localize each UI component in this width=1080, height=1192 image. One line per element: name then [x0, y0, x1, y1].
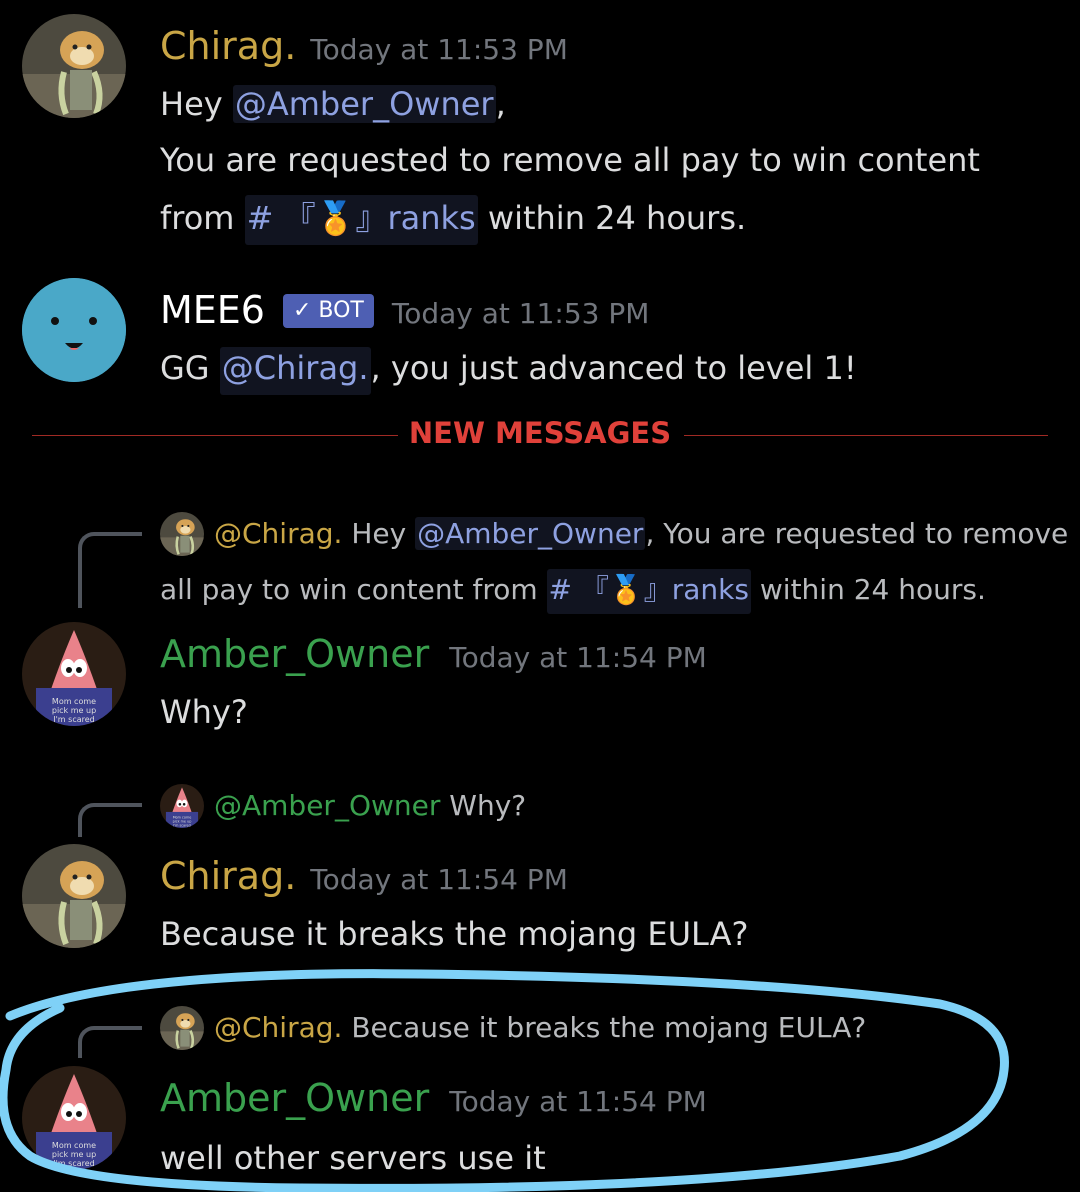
new-messages-label: NEW MESSAGES — [408, 416, 672, 450]
avatar-chirag[interactable] — [22, 14, 126, 118]
text-segment: , — [495, 85, 506, 123]
message-header: Chirag. Today at 11:53 PM — [160, 24, 568, 72]
message-text: Because it breaks the mojang EULA? — [160, 915, 749, 953]
text-segment: all pay to win content from — [160, 573, 547, 606]
avatar-mee6[interactable] — [22, 278, 126, 382]
message-text: from # 『🏅』ranks within 24 hours. — [160, 195, 747, 245]
timestamp: Today at 11:53 PM — [310, 33, 568, 66]
user-mention: @Amber_Owner — [415, 517, 646, 550]
reply-connector — [78, 532, 142, 608]
channel-mention[interactable]: # 『🏅』ranks — [244, 195, 478, 245]
text-segment: within 24 hours. — [477, 199, 747, 237]
text-segment: GG — [160, 349, 220, 387]
text-segment: Why? — [440, 789, 527, 822]
reply-connector — [78, 803, 142, 837]
reply-avatar — [160, 512, 204, 556]
text-segment: Hey — [160, 85, 233, 123]
username-amber-owner[interactable]: Amber_Owner — [160, 632, 429, 676]
message-header: Chirag. Today at 11:54 PM — [160, 854, 568, 902]
reply-username[interactable]: @Amber_Owner — [214, 789, 440, 822]
timestamp: Today at 11:54 PM — [310, 863, 568, 896]
reply-preview[interactable]: @Amber_Owner Why? — [214, 786, 526, 826]
reply-avatar — [160, 784, 204, 828]
timestamp: Today at 11:53 PM — [391, 297, 650, 330]
username-mee6[interactable]: MEE6 — [160, 288, 265, 332]
bot-badge: ✓ BOT — [282, 294, 374, 328]
username-chirag[interactable]: Chirag. — [160, 854, 296, 898]
timestamp: Today at 11:54 PM — [449, 641, 707, 674]
message-header: MEE6 ✓ BOT Today at 11:53 PM — [160, 288, 649, 336]
message-text: Why? — [160, 693, 248, 731]
reply-preview-line2[interactable]: all pay to win content from # 『🏅』ranks w… — [160, 569, 986, 614]
message-text: Hey @Amber_Owner, — [160, 82, 506, 126]
text-segment: , you just advanced to level 1! — [370, 349, 857, 387]
channel-mention: # 『🏅』ranks — [546, 569, 751, 614]
message-header: Amber_Owner Today at 11:54 PM — [160, 632, 707, 680]
user-mention[interactable]: @Amber_Owner — [232, 85, 496, 123]
text-segment: from — [160, 199, 245, 237]
highlight-circle-annotation — [0, 969, 1009, 1192]
message-text: GG @Chirag., you just advanced to level … — [160, 346, 857, 395]
text-segment: Hey — [342, 517, 416, 550]
text-segment: , You are requested to remove — [645, 517, 1069, 550]
reply-preview[interactable]: @Chirag. Hey @Amber_Owner, You are reque… — [214, 514, 1068, 554]
avatar-amber-owner[interactable] — [22, 622, 126, 726]
user-mention[interactable]: @Chirag. — [219, 347, 371, 395]
message-text: You are requested to remove all pay to w… — [160, 141, 980, 179]
username-chirag[interactable]: Chirag. — [160, 24, 296, 68]
reply-username[interactable]: @Chirag. — [214, 517, 342, 550]
avatar-chirag[interactable] — [22, 844, 126, 948]
text-segment: within 24 hours. — [750, 573, 986, 606]
